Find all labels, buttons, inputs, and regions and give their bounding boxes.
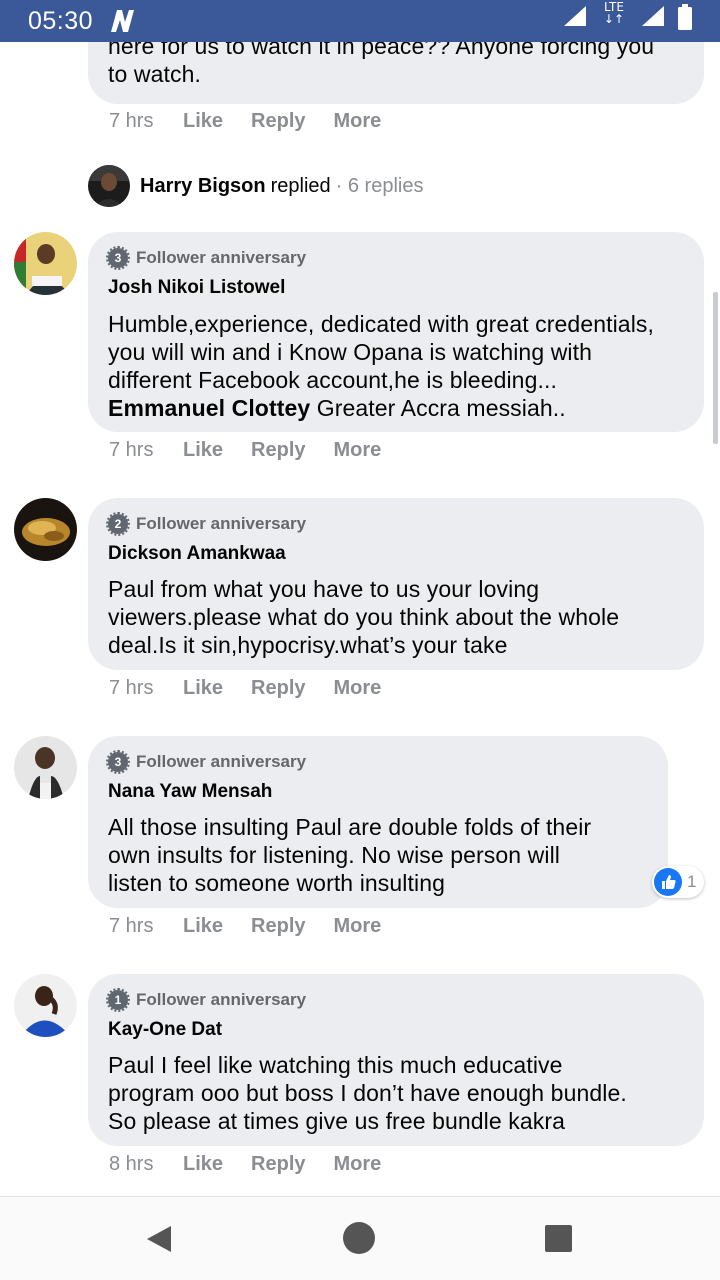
signal-icon	[642, 6, 664, 26]
like-button[interactable]: Like	[183, 677, 223, 703]
comment-actions: 7 hrs Like Reply More	[109, 677, 409, 703]
comment-text: Paul from what you have to us your lovin…	[108, 576, 620, 658]
scrollbar[interactable]	[713, 292, 718, 444]
like-button[interactable]: Like	[183, 110, 223, 136]
like-button[interactable]: Like	[183, 915, 223, 941]
reaction-badge[interactable]: 1	[652, 866, 704, 898]
follower-badge: 1 Follower anniversary	[106, 988, 307, 1012]
comment-text: Paul I feel like watching this much educ…	[108, 1052, 627, 1134]
back-nav-icon[interactable]	[145, 1224, 173, 1254]
comment-bubble: 3 Follower anniversary Nana Yaw Mensah A…	[88, 736, 668, 908]
avatar[interactable]	[14, 232, 77, 295]
replies-count: · 6 replies	[335, 174, 424, 197]
comment-text: Humble,experience, dedicated with great …	[108, 311, 655, 421]
status-time: 05:30	[28, 7, 94, 35]
comment-bubble: here for us to watch it in peace?? Anyon…	[88, 42, 704, 104]
like-button[interactable]: Like	[183, 439, 223, 465]
comment-text: here for us to watch it in peace?? Anyon…	[108, 42, 655, 87]
home-nav-icon[interactable]	[343, 1222, 375, 1254]
comment-author[interactable]: Kay-One Dat	[108, 1019, 222, 1041]
signal-icon	[564, 6, 586, 26]
n-logo-icon	[111, 10, 134, 32]
comment-actions: 7 hrs Like Reply More	[109, 915, 409, 941]
comment-time: 7 hrs	[109, 439, 154, 461]
badge-label: Follower anniversary	[136, 752, 307, 771]
reply-button[interactable]: Reply	[251, 110, 305, 136]
avatar[interactable]	[14, 498, 77, 561]
battery-icon	[678, 4, 692, 30]
status-bar: 05:30 LTE ↓↑	[0, 0, 720, 42]
comment-time: 8 hrs	[109, 1153, 154, 1175]
reply-button[interactable]: Reply	[251, 677, 305, 703]
follower-badge: 3 Follower anniversary	[106, 750, 307, 774]
more-button[interactable]: More	[334, 439, 382, 465]
like-thumb-icon	[654, 868, 682, 896]
comment-bubble: 1 Follower anniversary Kay-One Dat Paul …	[88, 974, 704, 1146]
comment-text: All those insulting Paul are double fold…	[108, 814, 592, 896]
reaction-count: 1	[687, 872, 697, 891]
like-button[interactable]: Like	[183, 1153, 223, 1179]
anniversary-icon: 2	[106, 512, 130, 536]
anniversary-icon: 1	[106, 988, 130, 1012]
badge-label: Follower anniversary	[136, 514, 307, 533]
more-button[interactable]: More	[334, 1153, 382, 1179]
badge-label: Follower anniversary	[136, 248, 307, 267]
avatar	[88, 165, 130, 207]
anniversary-icon: 3	[106, 750, 130, 774]
reply-button[interactable]: Reply	[251, 439, 305, 465]
mention-link[interactable]: Emmanuel Clottey	[108, 395, 310, 421]
avatar[interactable]	[14, 736, 77, 799]
badge-label: Follower anniversary	[136, 990, 307, 1009]
comment-bubble: 3 Follower anniversary Josh Nikoi Listow…	[88, 232, 704, 432]
replied-text: replied	[270, 174, 331, 197]
comment-author[interactable]: Josh Nikoi Listowel	[108, 277, 285, 299]
comment-time: 7 hrs	[109, 915, 154, 937]
comment-time: 7 hrs	[109, 677, 154, 699]
comment-feed[interactable]: here for us to watch it in peace?? Anyon…	[0, 42, 720, 1196]
recents-nav-icon[interactable]	[545, 1225, 572, 1252]
reply-button[interactable]: Reply	[251, 1153, 305, 1179]
follower-badge: 3 Follower anniversary	[106, 246, 307, 270]
follower-badge: 2 Follower anniversary	[106, 512, 307, 536]
comment-actions: 8 hrs Like Reply More	[109, 1153, 409, 1179]
more-button[interactable]: More	[334, 677, 382, 703]
comment-author[interactable]: Nana Yaw Mensah	[108, 781, 272, 803]
reply-button[interactable]: Reply	[251, 915, 305, 941]
replies-link[interactable]: Harry Bigson replied · 6 replies	[88, 165, 423, 207]
anniversary-icon: 3	[106, 246, 130, 270]
comment-author[interactable]: Dickson Amankwaa	[108, 543, 286, 565]
navigation-bar	[0, 1196, 720, 1280]
comment-bubble: 2 Follower anniversary Dickson Amankwaa …	[88, 498, 704, 670]
more-button[interactable]: More	[334, 110, 382, 136]
comment-actions: 7 hrs Like Reply More	[109, 110, 409, 136]
comment-actions: 7 hrs Like Reply More	[109, 439, 409, 465]
avatar[interactable]	[14, 974, 77, 1037]
reply-author[interactable]: Harry Bigson	[140, 175, 266, 198]
more-button[interactable]: More	[334, 915, 382, 941]
lte-indicator: LTE ↓↑	[603, 0, 624, 26]
comment-time: 7 hrs	[109, 110, 154, 132]
